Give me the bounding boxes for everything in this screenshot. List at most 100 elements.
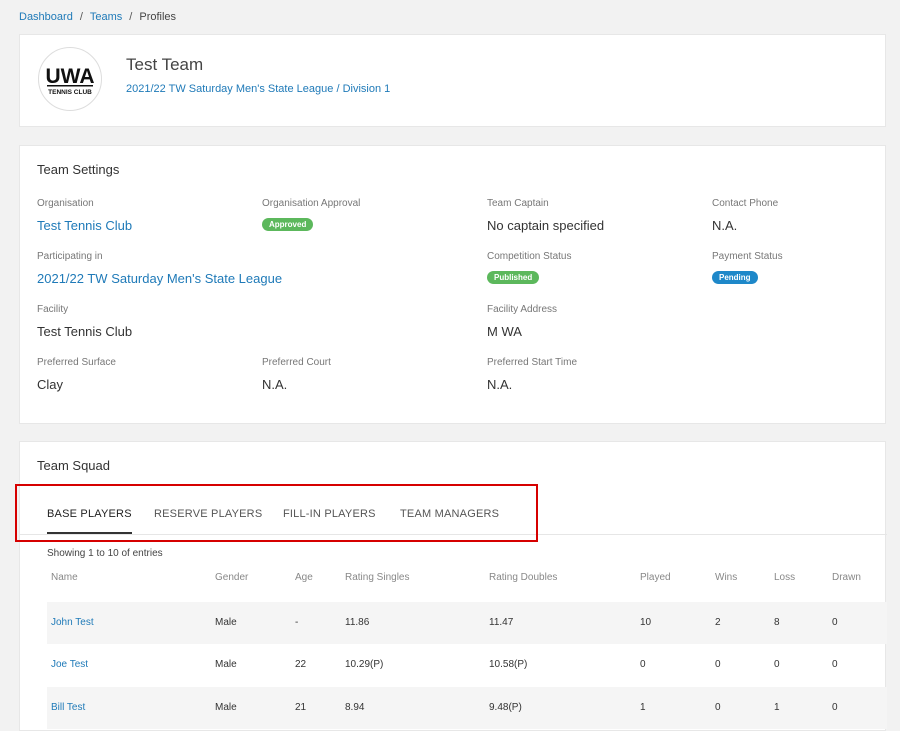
player-name-link[interactable]: Bill Test [51,702,85,713]
column-header-rating-doubles[interactable]: Rating Doubles [489,572,557,583]
facility-address-label: Facility Address [487,304,558,315]
breadcrumb: Dashboard / Teams / Profiles [19,11,176,23]
team-logo: UWA TENNIS CLUB [38,47,102,111]
team-competition-line: 2021/22 TW Saturday Men's State League /… [126,83,390,95]
cell-rating-singles: 10.29(P) [345,659,384,670]
team-name: Test Team [126,55,204,74]
preferred-surface-value: Clay [37,377,64,392]
tab-reserve-players[interactable]: RESERVE PLAYERS [154,502,262,532]
table-row: Joe Test Male 22 10.29(P) 10.58(P) 0 0 0… [47,644,887,686]
preferred-start-time-value: N.A. [487,377,513,392]
tab-base-players[interactable]: BASE PLAYERS [47,502,132,534]
division-link[interactable]: Division 1 [343,83,391,95]
column-header-name[interactable]: Name [51,572,78,583]
team-squad-card: Team Squad BASE PLAYERS RESERVE PLAYERS … [19,441,887,731]
team-squad-title: Team Squad [37,458,110,473]
squad-tabs: BASE PLAYERS RESERVE PLAYERS FILL-IN PLA… [20,502,887,535]
cell-age: 21 [295,702,307,713]
cell-loss: 8 [774,617,780,628]
preferred-surface-field: Preferred Surface Clay [37,357,116,392]
preferred-court-label: Preferred Court [262,357,331,368]
cell-rating-doubles: 11.47 [489,617,514,628]
team-captain-value: No captain specified [487,218,605,233]
cell-played: 0 [640,659,646,670]
payment-status-label: Payment Status [712,251,783,262]
cell-gender: Male [215,617,237,628]
player-name-link[interactable]: John Test [51,617,94,628]
team-settings-title: Team Settings [37,162,120,177]
team-profile-card: UWA TENNIS CLUB Test Team 2021/22 TW Sat… [19,34,886,127]
preferred-start-time-label: Preferred Start Time [487,357,578,368]
tab-team-managers[interactable]: TEAM MANAGERS [400,502,499,532]
cell-played: 1 [640,702,646,713]
player-name-link[interactable]: Joe Test [51,659,88,670]
preferred-court-field: Preferred Court N.A. [262,357,331,392]
cell-rating-singles: 11.86 [345,617,370,628]
facility-label: Facility [37,304,69,315]
cell-wins: 2 [715,617,721,628]
cell-drawn: 0 [832,702,838,713]
facility-field: Facility Test Tennis Club [37,304,132,339]
column-header-gender[interactable]: Gender [215,572,248,583]
facility-address-field: Facility Address M WA [487,304,557,339]
organisation-approval-label: Organisation Approval [262,198,361,209]
organisation-label: Organisation [37,198,94,209]
preferred-court-value: N.A. [262,377,288,392]
team-captain-label: Team Captain [487,198,549,209]
cell-loss: 1 [774,702,780,713]
approved-badge: Approved [262,218,314,231]
team-captain-field: Team Captain No captain specified [487,198,604,233]
competition-status-label: Competition Status [487,251,572,262]
cell-wins: 0 [715,702,721,713]
cell-age: - [295,617,299,628]
participating-in-link[interactable]: 2021/22 TW Saturday Men's State League [37,271,282,286]
cell-age: 22 [295,659,307,670]
facility-value: Test Tennis Club [37,324,133,339]
payment-status-field: Payment Status Pending [712,251,783,285]
pending-badge: Pending [712,271,758,284]
breadcrumb-separator: / [129,11,133,23]
contact-phone-field: Contact Phone N.A. [712,198,778,233]
published-badge: Published [487,271,540,284]
organisation-approval-field: Organisation Approval Approved [262,198,360,232]
participating-in-field: Participating in 2021/22 TW Saturday Men… [37,251,282,286]
contact-phone-label: Contact Phone [712,198,779,209]
column-header-loss[interactable]: Loss [774,572,795,583]
breadcrumb-current: Profiles [139,11,177,23]
column-header-played[interactable]: Played [640,572,671,583]
column-header-age[interactable]: Age [295,572,313,583]
cell-rating-doubles: 9.48(P) [489,702,522,713]
cell-wins: 0 [715,659,721,670]
participating-in-label: Participating in [37,251,103,262]
competition-link[interactable]: 2021/22 TW Saturday Men's State League [126,83,333,95]
logo-text-top: UWA [46,65,95,88]
facility-address-value: M WA [487,324,522,339]
tab-fill-in-players[interactable]: FILL-IN PLAYERS [283,502,376,532]
cell-rating-singles: 8.94 [345,702,365,713]
breadcrumb-teams-link[interactable]: Teams [90,11,122,23]
logo-text-bottom: TENNIS CLUB [48,89,92,96]
cell-drawn: 0 [832,617,838,628]
preferred-start-time-field: Preferred Start Time N.A. [487,357,577,392]
entries-info: Showing 1 to 10 of entries [47,548,163,559]
contact-phone-value: N.A. [712,218,738,233]
column-header-wins[interactable]: Wins [715,572,737,583]
cell-loss: 0 [774,659,780,670]
competition-status-field: Competition Status Published [487,251,572,285]
cell-drawn: 0 [832,659,838,670]
competition-division-separator: / [336,83,340,95]
cell-played: 10 [640,617,652,628]
table-row: John Test Male - 11.86 11.47 10 2 8 0 [47,602,887,644]
preferred-surface-label: Preferred Surface [37,357,116,368]
organisation-link[interactable]: Test Tennis Club [37,218,132,233]
column-header-drawn[interactable]: Drawn [832,572,861,583]
cell-rating-doubles: 10.58(P) [489,659,528,670]
organisation-field: Organisation Test Tennis Club [37,198,132,233]
cell-gender: Male [215,659,237,670]
column-header-rating-singles[interactable]: Rating Singles [345,572,409,583]
cell-gender: Male [215,702,237,713]
table-header: Name Gender Age Rating Singles Rating Do… [20,572,887,592]
breadcrumb-dashboard-link[interactable]: Dashboard [19,11,73,23]
club-logo-icon: UWA TENNIS CLUB [46,65,95,96]
team-settings-card: Team Settings Organisation Test Tennis C… [19,145,886,424]
